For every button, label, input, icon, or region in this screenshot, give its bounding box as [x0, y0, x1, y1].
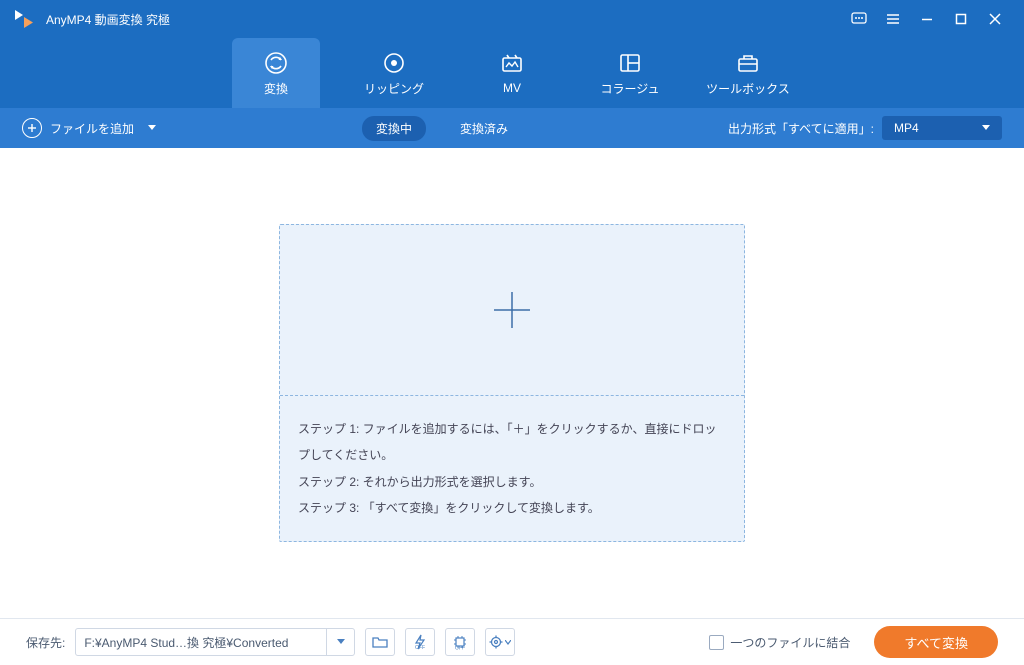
main-nav: 変換 リッピング MV コラージュ ツールボックス	[0, 38, 1024, 108]
nav-toolbox[interactable]: ツールボックス	[704, 38, 792, 108]
titlebar: AnyMP4 動画変換 究極	[0, 0, 1024, 38]
convert-icon	[263, 50, 289, 76]
instructions: ステップ 1: ファイルを追加するには、「＋」をクリックするか、直接にドロップし…	[280, 395, 744, 542]
output-path-box: F:¥AnyMP4 Stud…換 究極¥Converted	[75, 628, 355, 656]
menu-icon[interactable]	[876, 0, 910, 38]
minimize-button[interactable]	[910, 0, 944, 38]
bottombar: 保存先: F:¥AnyMP4 Stud…換 究極¥Converted OFF O…	[0, 618, 1024, 665]
tab-converting[interactable]: 変換中	[362, 116, 426, 141]
svg-text:OFF: OFF	[455, 646, 465, 651]
toolbox-icon	[736, 50, 760, 76]
nav-label: コラージュ	[601, 80, 660, 97]
chevron-down-icon	[982, 125, 990, 131]
nav-label: リッピング	[364, 80, 424, 97]
merge-checkbox[interactable]: 一つのファイルに結合	[709, 634, 850, 651]
output-path-dropdown[interactable]	[326, 629, 354, 655]
nav-collage[interactable]: コラージュ	[586, 38, 674, 108]
dropzone: ステップ 1: ファイルを追加するには、「＋」をクリックするか、直接にドロップし…	[279, 224, 745, 543]
cpu-icon: OFF	[452, 634, 468, 650]
add-file-button[interactable]: ファイルを追加	[22, 118, 156, 138]
merge-label: 一つのファイルに結合	[730, 634, 850, 651]
output-format-select[interactable]: MP4	[882, 116, 1002, 140]
convert-all-button[interactable]: すべて変換	[874, 626, 998, 658]
app-logo-icon	[12, 7, 36, 31]
maximize-button[interactable]	[944, 0, 978, 38]
step-2: ステップ 2: それから出力形式を選択します。	[298, 469, 726, 495]
svg-text:OFF: OFF	[415, 645, 425, 650]
folder-icon	[372, 635, 388, 649]
feedback-icon[interactable]	[842, 0, 876, 38]
settings-button[interactable]	[485, 628, 515, 656]
open-folder-button[interactable]	[365, 628, 395, 656]
add-file-label: ファイルを追加	[50, 120, 134, 137]
output-format-value: MP4	[894, 121, 919, 135]
hwaccel-button[interactable]: OFF	[405, 628, 435, 656]
highspeed-button[interactable]: OFF	[445, 628, 475, 656]
nav-ripping[interactable]: リッピング	[350, 38, 438, 108]
nav-label: ツールボックス	[706, 80, 790, 97]
subtabs: 変換中 変換済み	[362, 116, 522, 141]
output-path-text: F:¥AnyMP4 Stud…換 究極¥Converted	[76, 634, 326, 651]
gear-icon	[489, 635, 503, 649]
step-1: ステップ 1: ファイルを追加するには、「＋」をクリックするか、直接にドロップし…	[298, 416, 726, 469]
dropzone-click-area[interactable]	[280, 225, 744, 395]
lightning-icon: OFF	[412, 634, 428, 650]
checkbox-icon	[709, 635, 724, 650]
output-format-label: 出力形式「すべてに適用」:	[728, 120, 874, 137]
chevron-down-icon	[148, 125, 156, 131]
content-area: ステップ 1: ファイルを追加するには、「＋」をクリックするか、直接にドロップし…	[0, 148, 1024, 618]
chevron-down-icon	[505, 640, 511, 645]
nav-mv[interactable]: MV	[468, 38, 556, 108]
mv-icon	[500, 51, 524, 77]
nav-label: 変換	[264, 80, 288, 97]
nav-convert[interactable]: 変換	[232, 38, 320, 108]
plus-circle-icon	[22, 118, 42, 138]
plus-icon	[490, 288, 534, 332]
collage-icon	[618, 50, 642, 76]
tab-converted[interactable]: 変換済み	[446, 116, 522, 141]
close-button[interactable]	[978, 0, 1012, 38]
nav-label: MV	[503, 81, 521, 95]
app-title: AnyMP4 動画変換 究極	[46, 11, 170, 28]
step-3: ステップ 3: 「すべて変換」をクリックして変換します。	[298, 495, 726, 521]
subbar: ファイルを追加 変換中 変換済み 出力形式「すべてに適用」: MP4	[0, 108, 1024, 148]
disc-icon	[382, 50, 406, 76]
saveto-label: 保存先:	[26, 634, 65, 651]
